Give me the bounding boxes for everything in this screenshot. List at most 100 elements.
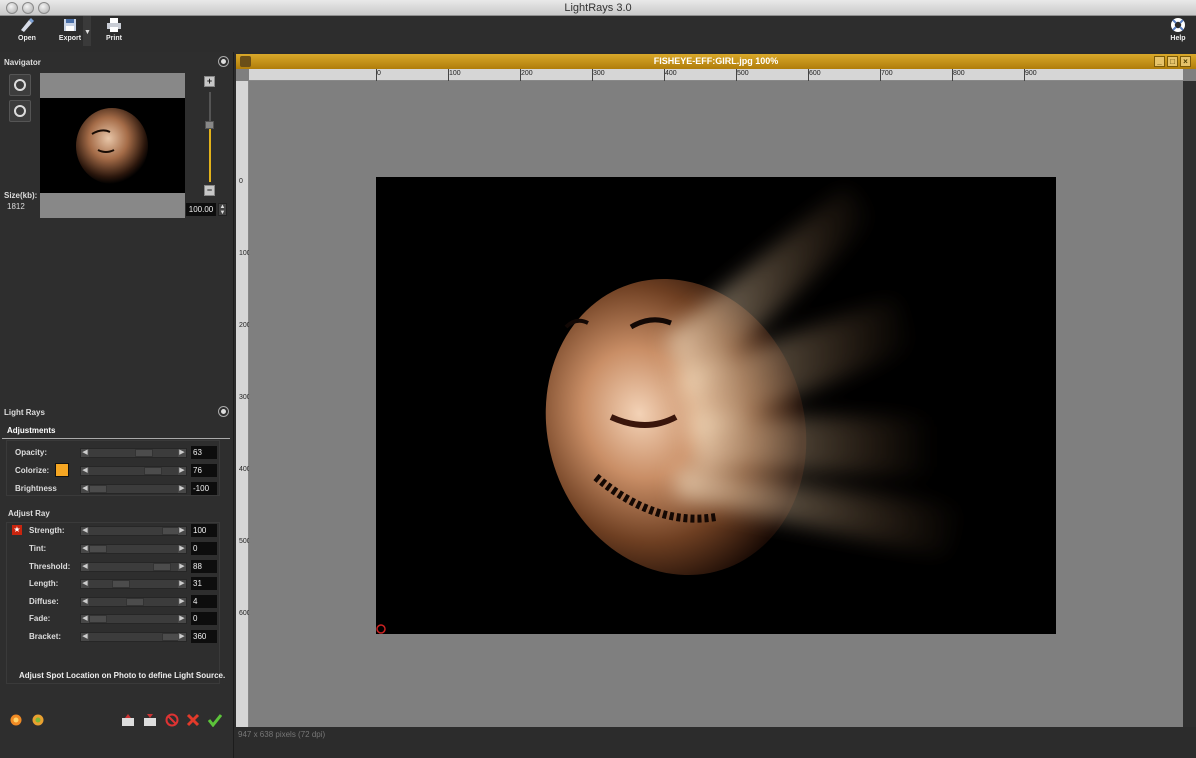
ray-slider[interactable]: ◀ ▶ bbox=[80, 544, 187, 554]
zoom-in-button[interactable] bbox=[9, 100, 31, 122]
ray-label: Tint: bbox=[29, 544, 47, 553]
adjustment-value-field[interactable]: 63 bbox=[191, 446, 217, 459]
slider-left-arrow-icon[interactable]: ◀ bbox=[81, 580, 89, 588]
slider-right-arrow-icon[interactable]: ▶ bbox=[178, 527, 186, 535]
slider-thumb[interactable] bbox=[89, 545, 107, 553]
ray-value-field[interactable]: 4 bbox=[191, 595, 217, 608]
navigator-thumbnail[interactable] bbox=[40, 73, 185, 218]
slider-left-arrow-icon[interactable]: ◀ bbox=[81, 449, 89, 457]
reset-icon[interactable] bbox=[165, 713, 179, 727]
canvas-area[interactable] bbox=[249, 81, 1183, 727]
slider-right-arrow-icon[interactable]: ▶ bbox=[178, 598, 186, 606]
zoom-slider-thumb[interactable] bbox=[205, 121, 214, 129]
zoom-plus-button[interactable]: + bbox=[204, 76, 215, 87]
slider-left-arrow-icon[interactable]: ◀ bbox=[81, 485, 89, 493]
doc-close-button[interactable]: × bbox=[1180, 56, 1191, 67]
slider-right-arrow-icon[interactable]: ▶ bbox=[178, 449, 186, 457]
help-lifebuoy-icon bbox=[1171, 18, 1185, 32]
ray-slider[interactable]: ◀ ▶ bbox=[80, 632, 187, 642]
export-label: Export bbox=[58, 35, 82, 42]
hruler-label: 200 bbox=[521, 70, 533, 77]
slider-thumb[interactable] bbox=[153, 563, 171, 571]
flower-ray-icon[interactable] bbox=[31, 713, 45, 727]
ray-slider[interactable]: ◀ ▶ bbox=[80, 579, 187, 589]
doc-minimize-button[interactable]: _ bbox=[1154, 56, 1165, 67]
ray-row: ★ Strength: ◀ ▶ 100 bbox=[0, 524, 234, 538]
load-preset-icon[interactable] bbox=[121, 713, 135, 727]
lightrays-title: Light Rays bbox=[4, 408, 45, 417]
vertical-scrollbar[interactable] bbox=[1183, 81, 1196, 727]
ray-value-field[interactable]: 0 bbox=[191, 612, 217, 625]
zoom-window-button[interactable] bbox=[38, 2, 50, 14]
ray-value-field[interactable]: 31 bbox=[191, 577, 217, 590]
adjustment-value-field[interactable]: 76 bbox=[191, 464, 217, 477]
adjustment-row: Colorize: ◀ ▶ 76 bbox=[0, 463, 234, 478]
colorize-swatch[interactable] bbox=[55, 463, 69, 477]
doc-maximize-button[interactable]: □ bbox=[1167, 56, 1178, 67]
slider-left-arrow-icon[interactable]: ◀ bbox=[81, 467, 89, 475]
zoom-minus-button[interactable]: − bbox=[204, 185, 215, 196]
slider-right-arrow-icon[interactable]: ▶ bbox=[178, 615, 186, 623]
zoom-stepper[interactable]: ▲ ▼ bbox=[218, 203, 227, 216]
tab-adjustments[interactable]: Adjustments bbox=[2, 425, 230, 439]
chevron-down-icon: ▼ bbox=[84, 29, 91, 36]
slider-right-arrow-icon[interactable]: ▶ bbox=[178, 485, 186, 493]
open-button[interactable]: Open bbox=[7, 17, 47, 42]
ray-value-field[interactable]: 0 bbox=[191, 542, 217, 555]
ray-slider[interactable]: ◀ ▶ bbox=[80, 614, 187, 624]
hruler-label: 500 bbox=[737, 70, 749, 77]
slider-left-arrow-icon[interactable]: ◀ bbox=[81, 633, 89, 641]
navigator-options-gear-icon[interactable] bbox=[219, 57, 228, 66]
print-button[interactable]: Print bbox=[94, 17, 134, 42]
ray-slider[interactable]: ◀ ▶ bbox=[80, 562, 187, 572]
hruler-label: 400 bbox=[665, 70, 677, 77]
adjustment-slider[interactable]: ◀ ▶ bbox=[80, 484, 187, 494]
zoom-in-icon bbox=[14, 105, 26, 117]
slider-left-arrow-icon[interactable]: ◀ bbox=[81, 615, 89, 623]
strength-star-icon[interactable]: ★ bbox=[12, 525, 22, 535]
slider-thumb[interactable] bbox=[144, 467, 162, 475]
slider-thumb[interactable] bbox=[89, 485, 107, 493]
ray-slider[interactable]: ◀ ▶ bbox=[80, 597, 187, 607]
slider-thumb[interactable] bbox=[126, 598, 144, 606]
sun-ray-icon[interactable] bbox=[9, 713, 23, 727]
slider-right-arrow-icon[interactable]: ▶ bbox=[178, 580, 186, 588]
hint-text: Adjust Spot Location on Photo to define … bbox=[19, 671, 226, 680]
adjustment-value-field[interactable]: -100 bbox=[191, 482, 217, 495]
slider-right-arrow-icon[interactable]: ▶ bbox=[178, 467, 186, 475]
help-button[interactable]: Help bbox=[1158, 17, 1196, 42]
slider-right-arrow-icon[interactable]: ▶ bbox=[178, 563, 186, 571]
bottom-bar bbox=[236, 742, 1196, 758]
ray-label: Fade: bbox=[29, 614, 51, 623]
slider-left-arrow-icon[interactable]: ◀ bbox=[81, 527, 89, 535]
lightrays-options-gear-icon[interactable] bbox=[219, 407, 228, 416]
thumbnail-photo bbox=[76, 108, 148, 184]
ray-value-field[interactable]: 100 bbox=[191, 524, 217, 537]
slider-thumb[interactable] bbox=[112, 580, 130, 588]
slider-left-arrow-icon[interactable]: ◀ bbox=[81, 545, 89, 553]
app-window: LightRays 3.0 Open Export ▼ Print Help N… bbox=[0, 0, 1196, 758]
ray-value-field[interactable]: 360 bbox=[191, 630, 217, 643]
close-window-button[interactable] bbox=[6, 2, 18, 14]
cancel-x-icon[interactable] bbox=[186, 713, 200, 727]
ray-slider[interactable]: ◀ ▶ bbox=[80, 526, 187, 536]
printer-icon bbox=[107, 18, 121, 32]
slider-right-arrow-icon[interactable]: ▶ bbox=[178, 545, 186, 553]
photo-canvas[interactable] bbox=[376, 177, 1056, 634]
zoom-value-field[interactable]: 100.00 bbox=[186, 203, 216, 216]
slider-left-arrow-icon[interactable]: ◀ bbox=[81, 598, 89, 606]
slider-thumb[interactable] bbox=[89, 615, 107, 623]
apply-checkmark-icon[interactable] bbox=[208, 713, 222, 727]
zoom-out-button[interactable] bbox=[9, 74, 31, 96]
export-dropdown-button[interactable]: ▼ bbox=[83, 16, 91, 46]
slider-thumb[interactable] bbox=[135, 449, 153, 457]
slider-right-arrow-icon[interactable]: ▶ bbox=[178, 633, 186, 641]
adjustment-slider[interactable]: ◀ ▶ bbox=[80, 448, 187, 458]
adjustment-slider[interactable]: ◀ ▶ bbox=[80, 466, 187, 476]
slider-left-arrow-icon[interactable]: ◀ bbox=[81, 563, 89, 571]
ray-value-field[interactable]: 88 bbox=[191, 560, 217, 573]
zoom-slider-fill bbox=[209, 128, 211, 182]
save-preset-icon[interactable] bbox=[143, 713, 157, 727]
minimize-window-button[interactable] bbox=[22, 2, 34, 14]
zoom-slider[interactable]: + − bbox=[204, 76, 216, 196]
